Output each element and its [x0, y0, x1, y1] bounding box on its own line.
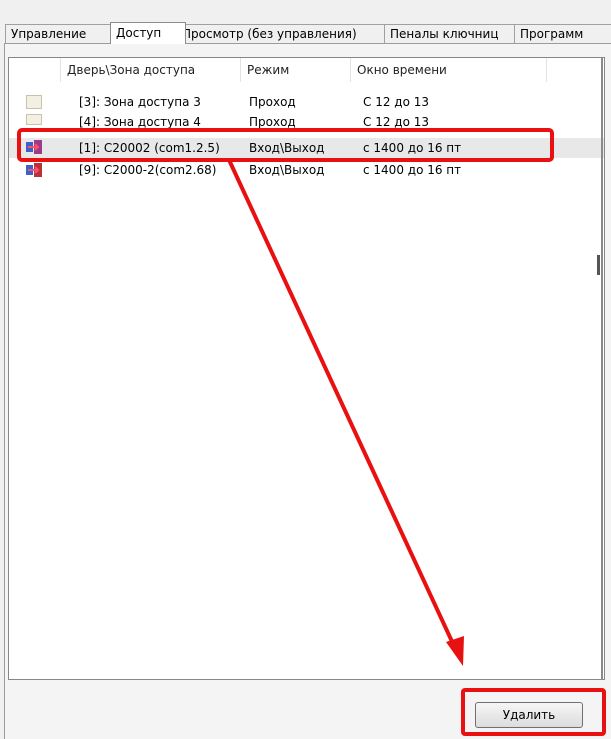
door-controller-icon [26, 163, 42, 177]
row-window: с 1400 до 16 пт [363, 163, 462, 177]
row-window: С 12 до 13 [363, 95, 429, 109]
annotation-highlight-button [461, 688, 606, 736]
list-item[interactable]: [4]: Зона доступа 4 Проход С 12 до 13 [9, 114, 604, 128]
header-time-window[interactable]: Окно времени [351, 58, 547, 82]
access-zone-icon [26, 114, 42, 125]
tab-bar: Управление Доступ Просмотр (без управлен… [0, 22, 611, 44]
access-zone-icon [26, 95, 42, 109]
row-mode: Проход [249, 115, 296, 128]
row-name: [4]: Зона доступа 4 [79, 115, 201, 128]
list-item[interactable]: [3]: Зона доступа 3 Проход С 12 до 13 [9, 94, 604, 111]
list-item[interactable]: [9]: С2000-2(com2.68) Вход\Выход с 1400 … [9, 162, 604, 179]
row-mode: Проход [249, 95, 296, 109]
header-mode[interactable]: Режим [241, 58, 351, 82]
tab-view-only[interactable]: Просмотр (без управления) [176, 24, 394, 43]
tab-programs[interactable]: Программ [514, 24, 611, 43]
panel-divider [601, 57, 603, 680]
tab-management[interactable]: Управление [5, 24, 113, 43]
row-name: [3]: Зона доступа 3 [79, 95, 201, 109]
row-mode: Вход\Выход [249, 163, 325, 177]
header-icon-column [9, 58, 61, 82]
top-strip [0, 0, 611, 22]
header-door-zone[interactable]: Дверь\Зона доступа [61, 58, 241, 82]
splitter-handle[interactable] [597, 255, 600, 275]
tab-access[interactable]: Доступ [110, 22, 186, 44]
list-header: Дверь\Зона доступа Режим Окно времени [9, 58, 604, 82]
annotation-highlight-row [17, 128, 554, 162]
row-window: С 12 до 13 [363, 115, 429, 128]
row-name: [9]: С2000-2(com2.68) [79, 163, 217, 177]
tab-key-cabinets[interactable]: Пеналы ключниц [384, 24, 520, 43]
